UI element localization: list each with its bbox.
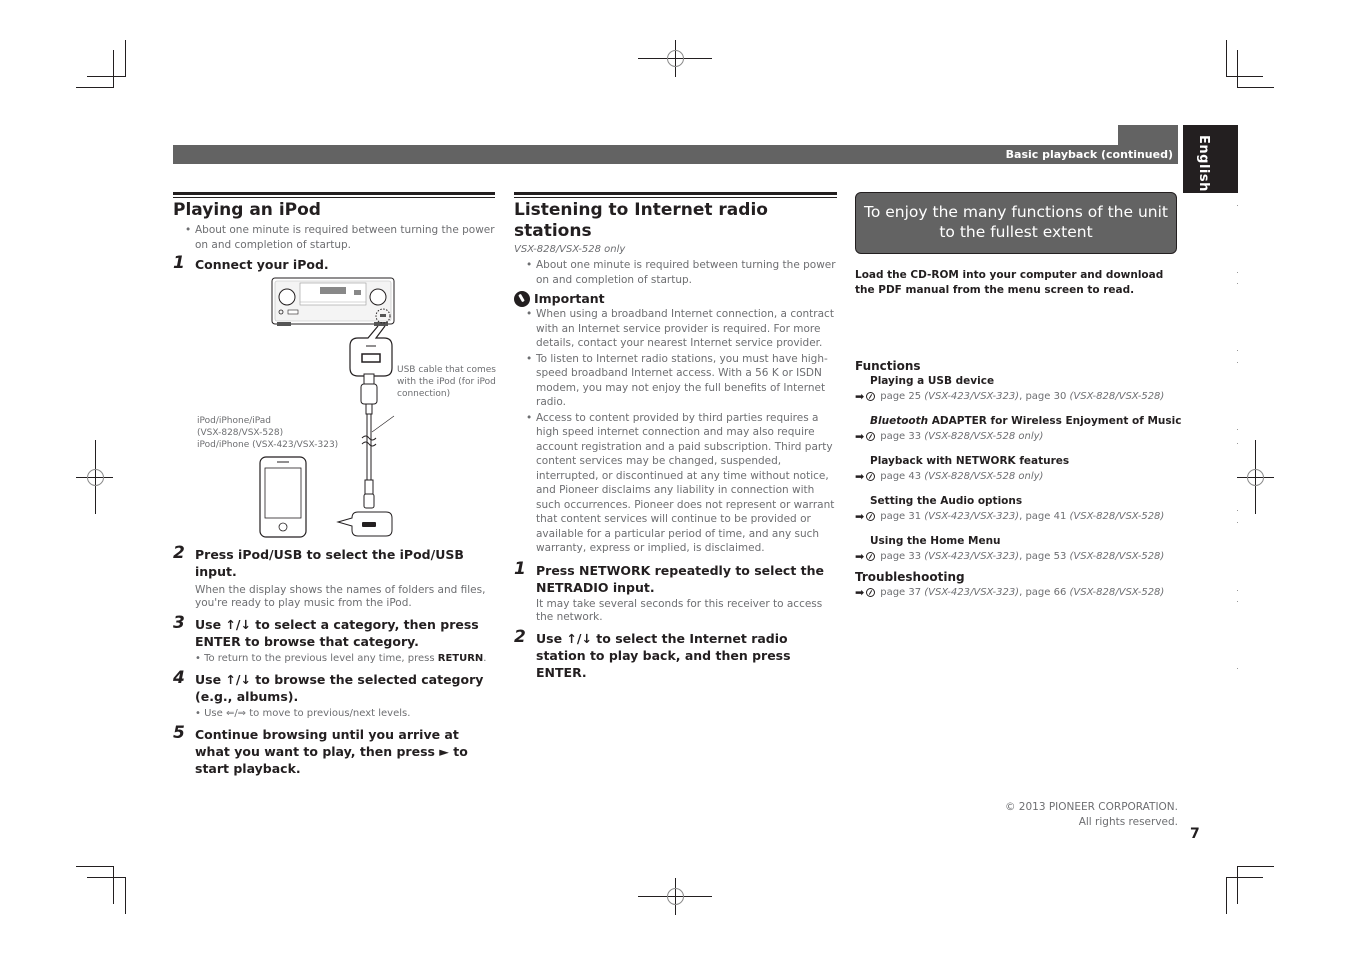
- left-column-steps: 2 Press iPod/USB to select the iPod/USB …: [173, 543, 498, 777]
- function-item-ref: ➡ page 43 (VSX-828/VSX-528 only): [855, 469, 1185, 484]
- page-number: 7: [1190, 826, 1200, 842]
- right-column: Load the CD-ROM into your computer and d…: [855, 268, 1185, 298]
- step-number: 5: [173, 723, 185, 743]
- function-item-ref: ➡ page 33 (VSX-828/VSX-528 only): [855, 429, 1185, 444]
- important-bullet: To listen to Internet radio stations, yo…: [514, 352, 837, 410]
- note-text: .: [483, 653, 487, 664]
- functions-heading: Functions: [855, 359, 921, 373]
- intro-bullet: About one minute is required between tur…: [173, 223, 495, 252]
- usb-port: [361, 353, 381, 363]
- page-reference: page 43 (VSX-828/VSX-528 only): [880, 471, 1044, 482]
- cdrom-icon: [866, 512, 876, 521]
- functions-items: Playing a USB device ➡ page 25 (VSX-423/VS…: [855, 374, 1185, 564]
- function-item-ref: ➡ page 33 (VSX-423/VSX-323), page 53 (VSX…: [855, 549, 1185, 564]
- section-rule: [514, 192, 837, 198]
- section-heading-internet-radio: Listening to Internet radio stations: [514, 200, 768, 241]
- copyright-line: © 2013 PIONEER CORPORATION.: [1004, 801, 1178, 813]
- receiver-illustration: [271, 277, 395, 326]
- arrow-icon: ➡: [855, 470, 865, 483]
- function-item-ref: ➡ page 25 (VSX-423/VSX-323), page 30 (VSX…: [855, 389, 1185, 404]
- page-reference: page 37 (VSX-423/VSX-323), page 66 (VSX-…: [880, 587, 1165, 598]
- step-number: 3: [173, 613, 185, 633]
- note-text: • To return to the previous level any ti…: [195, 653, 438, 664]
- language-label: English: [1196, 135, 1211, 192]
- section-title: Basic playback (continued): [1005, 148, 1173, 161]
- cdrom-icon: [866, 552, 876, 561]
- device-label-line: iPod/iPhone (VSX-423/VSX-323): [197, 440, 339, 450]
- usb-cable-label: USB cable that comes with the iPod (for …: [397, 365, 496, 399]
- section-heading-ipod: Playing an iPod: [173, 200, 321, 220]
- important-icon: [514, 291, 530, 307]
- page-reference: page 33 (VSX-828/VSX-528 only): [880, 431, 1044, 442]
- header-tab-block: [1118, 125, 1178, 145]
- arrow-icon: ➡: [855, 550, 865, 563]
- step-text: Use ↑/↓ to select the Internet radio sta…: [536, 630, 791, 680]
- left-column: Playing an iPod About one minute is requ…: [173, 192, 495, 273]
- page-reference: page 31 (VSX-423/VSX-323), page 41 (VSX-…: [880, 511, 1165, 522]
- device-label-line: iPod/iPhone/iPad: [197, 416, 272, 426]
- device-label: iPod/iPhone/iPad (VSX-828/VSX-528) iPod/…: [197, 415, 347, 451]
- step-3: 3 Use ↑/↓ to select a category, then pre…: [173, 613, 498, 650]
- function-item-title: Setting the Audio options: [870, 495, 1023, 507]
- page-reference: page 33 (VSX-423/VSX-323), page 53 (VSX-…: [880, 551, 1165, 562]
- language-tab: English: [1183, 125, 1238, 193]
- troubleshooting-ref: ➡ page 37 (VSX-423/VSX-323), page 66 (VSX…: [855, 585, 1185, 600]
- callout-box: To enjoy the many functions of the unit …: [855, 192, 1177, 254]
- arrow-icon: ➡: [855, 510, 865, 523]
- step-5: 5 Continue browsing until you arrive at …: [173, 723, 498, 777]
- step-2: 2 Use ↑/↓ to select the Internet radio s…: [514, 626, 837, 681]
- intro-bullet: About one minute is required between tur…: [514, 258, 837, 287]
- function-item-ref: ➡ page 31 (VSX-423/VSX-323), page 41 (VSX…: [855, 509, 1185, 524]
- step-text: Use ↑/↓ to select a category, then press…: [195, 617, 479, 649]
- function-item-title: Bluetooth ADAPTER for Wireless Enjoyment…: [870, 415, 1182, 427]
- load-cdrom-text: Load the CD-ROM into your computer and d…: [855, 269, 1164, 296]
- cdrom-icon: [866, 588, 876, 597]
- step-2: 2 Press iPod/USB to select the iPod/USB …: [173, 543, 498, 580]
- page-reference: page 25 (VSX-423/VSX-323), page 30 (VSX-…: [880, 391, 1165, 402]
- step-1: 1 Press NETWORK repeatedly to select the…: [514, 558, 837, 596]
- important-bullet: When using a broadband Internet connecti…: [514, 307, 837, 351]
- step-text: Use ↑/↓ to browse the selected category …: [195, 672, 484, 704]
- important-heading: Important: [514, 291, 837, 307]
- usb-port-callout: [349, 325, 393, 377]
- middle-column: Listening to Internet radio stations VSX…: [514, 192, 837, 681]
- callout-title: To enjoy the many functions of the unit …: [864, 203, 1168, 241]
- function-item-title: Using the Home Menu: [870, 535, 1001, 547]
- arrow-icon: ➡: [855, 430, 865, 443]
- step-description: When the display shows the names of fold…: [195, 584, 486, 609]
- step-number: 4: [173, 668, 185, 688]
- device-label-line: (VSX-828/VSX-528): [197, 428, 284, 438]
- step-number: 2: [173, 543, 185, 563]
- step-number: 1: [514, 558, 526, 579]
- troubleshooting-heading: Troubleshooting: [855, 570, 965, 584]
- function-item-title: Playing a USB device: [870, 375, 995, 387]
- diagram-illustration: [259, 277, 395, 538]
- arrow-icon: ➡: [855, 390, 865, 403]
- functions-list: Functions Playing a USB device ➡ page 25 (…: [855, 358, 1185, 600]
- arrow-icon: ➡: [855, 586, 865, 599]
- step-text: Press NETWORK repeatedly to select the N…: [536, 562, 825, 595]
- model-note: VSX-828/VSX-528 only: [514, 244, 626, 255]
- return-key-label: RETURN: [437, 653, 484, 664]
- step-description: It may take several seconds for this rec…: [536, 597, 823, 623]
- step-text: Continue browsing until you arrive at wh…: [195, 727, 468, 776]
- section-rule: [173, 192, 495, 198]
- function-item-title: Playback with NETWORK features: [870, 455, 1070, 467]
- important-label: Important: [534, 291, 605, 306]
- important-bullet: Access to content provided by third part…: [514, 411, 837, 556]
- step-4: 4 Use ↑/↓ to browse the selected categor…: [173, 668, 498, 705]
- copyright: © 2013 PIONEER CORPORATION. All rights r…: [918, 800, 1178, 830]
- iphone-illustration: [259, 456, 307, 538]
- step-note: • To return to the previous level any ti…: [173, 652, 498, 665]
- step-number: 2: [514, 626, 526, 647]
- cdrom-icon: [866, 392, 876, 401]
- step-text: Press iPod/USB to select the iPod/USB in…: [195, 547, 464, 579]
- step-note: • Use ⇐/⇒ to move to previous/next level…: [195, 708, 411, 719]
- copyright-line: All rights reserved.: [1078, 816, 1178, 828]
- cdrom-icon: [866, 432, 876, 441]
- cdrom-icon: [866, 472, 876, 481]
